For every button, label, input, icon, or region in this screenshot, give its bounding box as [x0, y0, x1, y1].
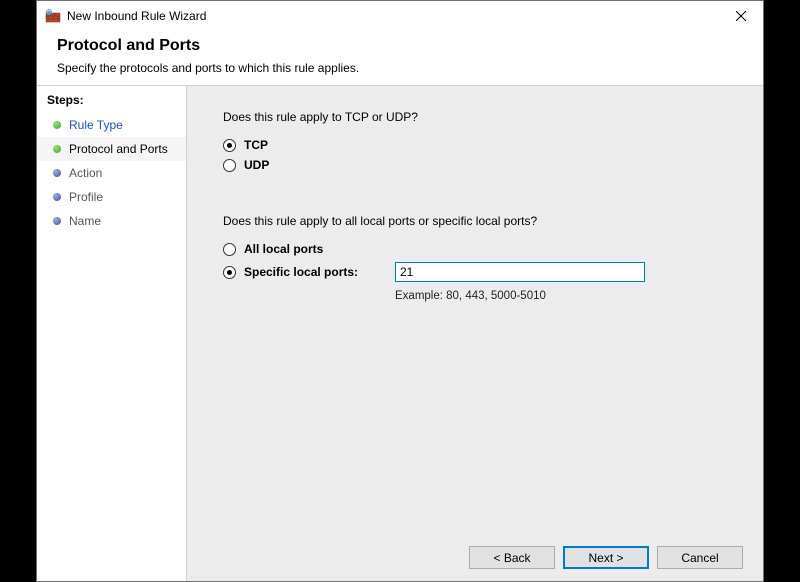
step-label: Rule Type: [69, 118, 123, 132]
step-label: Protocol and Ports: [69, 142, 168, 156]
wizard-footer: < Back Next > Cancel: [223, 536, 747, 569]
radio-label: All local ports: [244, 242, 323, 256]
radio-label: TCP: [244, 138, 268, 152]
step-bullet-icon: [53, 193, 61, 201]
cancel-button[interactable]: Cancel: [657, 546, 743, 569]
radio-specific-ports[interactable]: Specific local ports:: [223, 265, 395, 279]
radio-icon: [223, 139, 236, 152]
step-action[interactable]: Action: [37, 161, 186, 185]
protocol-radio-group: TCP UDP: [223, 138, 747, 178]
step-bullet-icon: [53, 121, 61, 129]
step-bullet-icon: [53, 217, 61, 225]
step-bullet-icon: [53, 145, 61, 153]
titlebar: New Inbound Rule Wizard: [37, 1, 763, 31]
radio-label: Specific local ports:: [244, 265, 358, 279]
ports-question: Does this rule apply to all local ports …: [223, 214, 747, 228]
next-button[interactable]: Next >: [563, 546, 649, 569]
close-icon: [736, 11, 746, 21]
sidebar-title: Steps:: [37, 90, 186, 113]
specific-ports-input[interactable]: [395, 262, 645, 282]
wizard-header: Protocol and Ports Specify the protocols…: [37, 31, 763, 85]
protocol-question: Does this rule apply to TCP or UDP?: [223, 110, 747, 124]
firewall-icon: [45, 8, 61, 24]
radio-udp[interactable]: UDP: [223, 158, 747, 172]
ports-example: Example: 80, 443, 5000-5010: [395, 288, 747, 302]
close-button[interactable]: [718, 1, 763, 31]
step-label: Profile: [69, 190, 103, 204]
wizard-window: New Inbound Rule Wizard Protocol and Por…: [36, 0, 764, 582]
radio-all-ports[interactable]: All local ports: [223, 242, 747, 256]
radio-label: UDP: [244, 158, 269, 172]
step-profile[interactable]: Profile: [37, 185, 186, 209]
step-bullet-icon: [53, 169, 61, 177]
page-subtitle: Specify the protocols and ports to which…: [57, 61, 743, 75]
wizard-main: Does this rule apply to TCP or UDP? TCP …: [187, 86, 763, 581]
wizard-body: Steps: Rule Type Protocol and Ports Acti…: [37, 86, 763, 581]
radio-icon: [223, 243, 236, 256]
page-title: Protocol and Ports: [57, 37, 743, 55]
radio-icon: [223, 266, 236, 279]
step-protocol-and-ports[interactable]: Protocol and Ports: [37, 137, 186, 161]
step-rule-type[interactable]: Rule Type: [37, 113, 186, 137]
ports-radio-group: All local ports Specific local ports: Ex…: [223, 242, 747, 302]
step-label: Action: [69, 166, 102, 180]
radio-tcp[interactable]: TCP: [223, 138, 747, 152]
steps-sidebar: Steps: Rule Type Protocol and Ports Acti…: [37, 86, 187, 581]
back-button[interactable]: < Back: [469, 546, 555, 569]
radio-icon: [223, 159, 236, 172]
step-label: Name: [69, 214, 101, 228]
window-title: New Inbound Rule Wizard: [67, 9, 718, 23]
step-name[interactable]: Name: [37, 209, 186, 233]
